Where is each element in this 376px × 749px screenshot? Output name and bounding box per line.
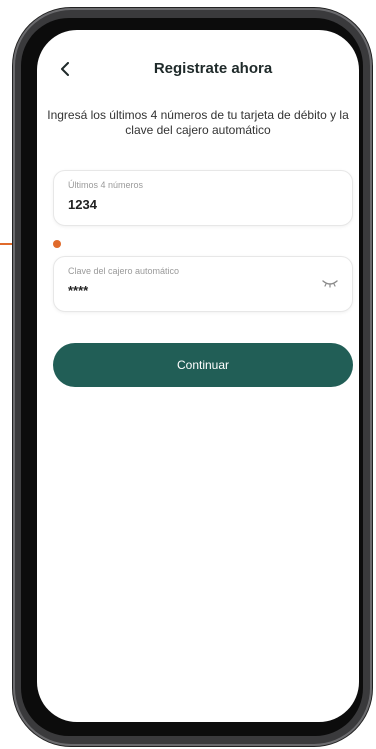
toggle-visibility-button[interactable] — [320, 275, 340, 291]
last-digits-field[interactable]: Últimos 4 números 1234 — [53, 170, 353, 226]
page-title: Registrate ahora — [153, 60, 273, 77]
pin-input[interactable]: **** — [68, 283, 298, 298]
pin-field[interactable]: Clave del cajero automático **** — [53, 256, 353, 312]
chevron-left-icon — [61, 62, 69, 76]
last-digits-label: Últimos 4 números — [68, 180, 144, 190]
last-digits-input[interactable]: 1234 — [68, 197, 298, 212]
instructions-text: Ingresá los últimos 4 números de tu tarj… — [47, 108, 349, 137]
eye-closed-icon — [322, 280, 338, 288]
header: Registrate ahora — [37, 58, 359, 82]
continue-button[interactable]: Continuar — [53, 343, 353, 387]
callout-dot — [53, 240, 61, 248]
back-button[interactable] — [55, 58, 75, 80]
phone-screen: Registrate ahora Ingresá los últimos 4 n… — [37, 30, 359, 722]
pin-label: Clave del cajero automático — [68, 266, 180, 276]
